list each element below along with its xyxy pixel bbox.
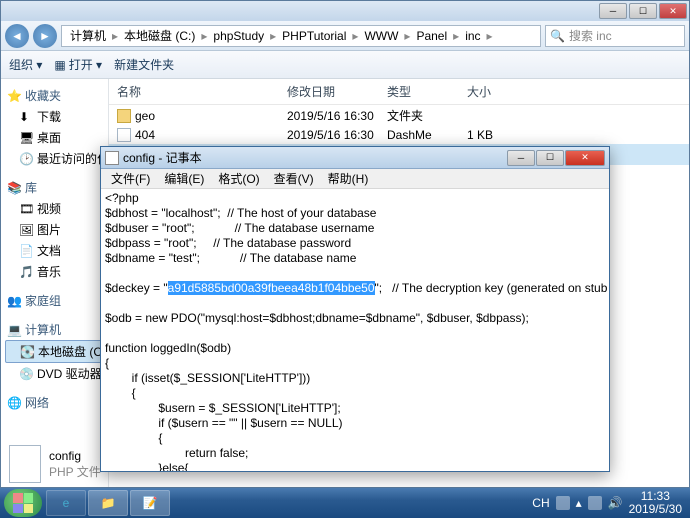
flag-icon[interactable] xyxy=(588,496,602,510)
sidebar-favorites[interactable]: ⭐收藏夹 xyxy=(5,85,104,106)
minimize-button[interactable]: ─ xyxy=(507,150,535,166)
notepad-window: config - 记事本 ─ ☐ ✕ 文件(F) 编辑(E) 格式(O) 查看(… xyxy=(100,146,610,472)
col-size[interactable]: 大小 xyxy=(467,83,527,100)
start-button[interactable] xyxy=(4,489,42,517)
notepad-text-area[interactable]: <?php $dbhost = "localhost"; // The host… xyxy=(101,189,609,471)
dvd-icon: 💿 xyxy=(19,367,33,381)
file-icon xyxy=(117,128,131,142)
download-icon: ⬇ xyxy=(19,110,33,124)
explorer-navbar: ◄ ► 计算机▸ 本地磁盘 (C:)▸ phpStudy▸ PHPTutoria… xyxy=(1,21,689,51)
sidebar-item-recent[interactable]: 🕑最近访问的位置 xyxy=(5,148,104,169)
maximize-button[interactable]: ☐ xyxy=(536,150,564,166)
search-icon: 🔍 xyxy=(550,29,565,43)
sidebar-item-videos[interactable]: 🎞视频 xyxy=(5,198,104,219)
tray-clock[interactable]: 11:33 2019/5/30 xyxy=(629,490,682,516)
menu-help[interactable]: 帮助(H) xyxy=(322,170,375,187)
breadcrumb-item[interactable]: PHPTutorial xyxy=(278,29,350,43)
menu-file[interactable]: 文件(F) xyxy=(105,170,156,187)
col-name[interactable]: 名称 xyxy=(117,83,287,100)
sidebar-item-desktop[interactable]: 🖥桌面 xyxy=(5,127,104,148)
picture-icon: 🖼 xyxy=(19,223,33,237)
computer-icon: 💻 xyxy=(7,323,21,337)
search-input[interactable]: 🔍 搜索 inc xyxy=(545,25,685,47)
system-tray: CH ▴ 🔊 11:33 2019/5/30 xyxy=(532,490,686,516)
desktop-icon: 🖥 xyxy=(19,131,33,145)
notepad-title: config - 记事本 xyxy=(123,149,202,166)
sidebar-item-dvd[interactable]: 💿DVD 驱动器 (D:) xyxy=(5,363,104,384)
preview-pane: config PHP 文件 xyxy=(9,445,101,483)
sidebar-item-documents[interactable]: 📄文档 xyxy=(5,240,104,261)
breadcrumb-item[interactable]: 计算机 xyxy=(66,27,110,44)
preview-name: config xyxy=(49,449,101,463)
homegroup-icon: 👥 xyxy=(7,294,21,308)
close-button[interactable]: ✕ xyxy=(565,150,605,166)
breadcrumb-item[interactable]: Panel xyxy=(412,29,451,43)
sidebar-network[interactable]: 🌐网络 xyxy=(5,392,104,413)
menu-edit[interactable]: 编辑(E) xyxy=(158,170,210,187)
breadcrumb-item[interactable]: WWW xyxy=(360,29,402,43)
sidebar-item-downloads[interactable]: ⬇下载 xyxy=(5,106,104,127)
breadcrumb-item[interactable]: 本地磁盘 (C:) xyxy=(120,27,199,44)
sidebar-item-disk-c[interactable]: 💽本地磁盘 (C:) xyxy=(5,340,104,363)
minimize-button[interactable]: ─ xyxy=(599,3,627,19)
folder-icon xyxy=(117,109,131,123)
network-icon: 🌐 xyxy=(7,396,21,410)
newfolder-button[interactable]: 新建文件夹 xyxy=(114,56,174,73)
notepad-menubar: 文件(F) 编辑(E) 格式(O) 查看(V) 帮助(H) xyxy=(101,169,609,189)
tray-chevron-icon[interactable]: ▴ xyxy=(576,496,582,510)
nav-back-button[interactable]: ◄ xyxy=(5,24,29,48)
library-icon: 📚 xyxy=(7,181,21,195)
menu-format[interactable]: 格式(O) xyxy=(212,170,265,187)
notepad-icon: 📝 xyxy=(143,496,158,510)
file-list-header: 名称 修改日期 类型 大小 xyxy=(109,79,689,105)
nav-forward-button[interactable]: ► xyxy=(33,24,57,48)
ie-icon: e xyxy=(63,496,70,510)
taskbar-notepad[interactable]: 📝 xyxy=(130,490,170,516)
music-icon: 🎵 xyxy=(19,265,33,279)
col-date[interactable]: 修改日期 xyxy=(287,83,387,100)
sidebar-computer[interactable]: 💻计算机 xyxy=(5,319,104,340)
file-row[interactable]: 4042019/5/16 16:30DashMe1 KB xyxy=(109,126,689,144)
notepad-titlebar[interactable]: config - 记事本 ─ ☐ ✕ xyxy=(101,147,609,169)
open-icon: ▦ xyxy=(54,58,65,72)
star-icon: ⭐ xyxy=(7,89,21,103)
speaker-icon[interactable]: 🔊 xyxy=(608,496,623,510)
file-icon xyxy=(9,445,41,483)
windows-logo-icon xyxy=(13,493,33,513)
taskbar: e 📁 📝 CH ▴ 🔊 11:33 2019/5/30 xyxy=(0,488,690,518)
explorer-titlebar: ─ ☐ ✕ xyxy=(1,1,689,21)
tray-icon[interactable] xyxy=(556,496,570,510)
search-placeholder: 搜索 inc xyxy=(569,27,612,44)
selected-text: a91d5885bd00a39fbeea48b1f04bbe50 xyxy=(168,281,375,295)
sidebar-libraries[interactable]: 📚库 xyxy=(5,177,104,198)
folder-icon: 📁 xyxy=(101,496,116,510)
organize-button[interactable]: 组织 ▾ xyxy=(9,56,42,73)
maximize-button[interactable]: ☐ xyxy=(629,3,657,19)
breadcrumb-item[interactable]: inc xyxy=(461,29,484,43)
sidebar-homegroup[interactable]: 👥家庭组 xyxy=(5,290,104,311)
video-icon: 🎞 xyxy=(19,202,33,216)
taskbar-ie[interactable]: e xyxy=(46,490,86,516)
taskbar-explorer[interactable]: 📁 xyxy=(88,490,128,516)
explorer-toolbar: 组织 ▾ ▦打开 ▾ 新建文件夹 xyxy=(1,51,689,79)
sidebar-item-music[interactable]: 🎵音乐 xyxy=(5,261,104,282)
notepad-icon xyxy=(105,151,119,165)
menu-view[interactable]: 查看(V) xyxy=(268,170,320,187)
breadcrumb[interactable]: 计算机▸ 本地磁盘 (C:)▸ phpStudy▸ PHPTutorial▸ W… xyxy=(61,25,541,47)
recent-icon: 🕑 xyxy=(19,152,33,166)
explorer-sidebar: ⭐收藏夹 ⬇下载 🖥桌面 🕑最近访问的位置 📚库 🎞视频 🖼图片 📄文档 🎵音乐… xyxy=(1,79,109,487)
col-type[interactable]: 类型 xyxy=(387,83,467,100)
preview-type: PHP 文件 xyxy=(49,463,101,480)
open-button[interactable]: ▦打开 ▾ xyxy=(54,56,102,73)
document-icon: 📄 xyxy=(19,244,33,258)
sidebar-item-pictures[interactable]: 🖼图片 xyxy=(5,219,104,240)
tray-lang[interactable]: CH xyxy=(532,496,549,510)
disk-icon: 💽 xyxy=(20,345,34,359)
breadcrumb-item[interactable]: phpStudy xyxy=(209,29,268,43)
close-button[interactable]: ✕ xyxy=(659,3,687,19)
file-row[interactable]: geo2019/5/16 16:30文件夹 xyxy=(109,105,689,126)
